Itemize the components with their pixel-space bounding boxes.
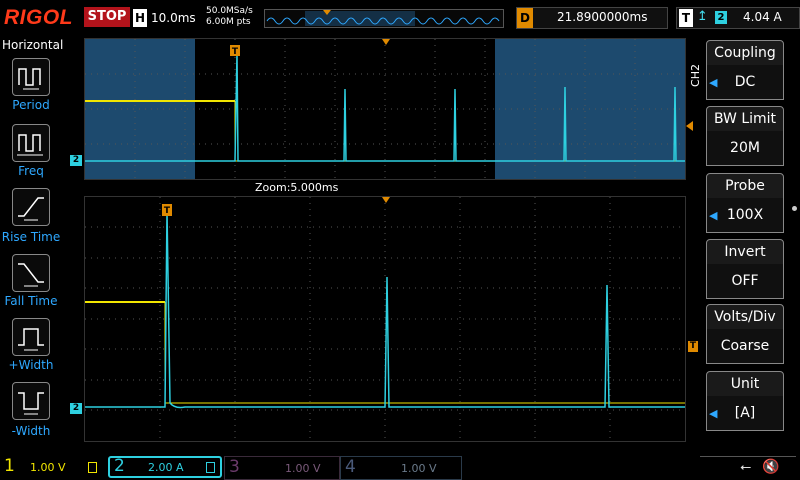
coupling-menu-item[interactable]: Coupling DC ◀ <box>706 40 784 102</box>
bw-limit-value: 20M <box>706 131 784 166</box>
memory-depth: 6.00M pts <box>206 17 251 27</box>
menu-channel-tag: CH2 <box>689 64 702 87</box>
trigger-readout[interactable]: T ↥ 2 4.04 A <box>676 7 800 29</box>
bw-limit-title: BW Limit <box>706 106 784 132</box>
ch1-scale: 1.00 V <box>30 461 66 474</box>
adjust-knob-icon: ◀ <box>709 407 718 420</box>
channel-menu: CH2 Coupling DC ◀ BW Limit 20M Probe 100… <box>688 36 800 454</box>
ch2-level-marker-main[interactable]: 2 <box>70 155 82 166</box>
brand-logo: RIGOL <box>4 6 73 29</box>
horizontal-measure-panel: Horizontal Period Freq Rise Time Fall Ti… <box>0 36 64 454</box>
delay-readout[interactable]: D 21.8900000ms <box>516 7 668 29</box>
trigger-delay-marker-icon <box>382 39 390 45</box>
timebase-value: 10.0ms <box>151 11 196 25</box>
ch2-coupling-icon <box>206 462 215 473</box>
ch1-status[interactable]: 1 1.00 V <box>0 456 106 478</box>
ch2-scale: 2.00 A <box>148 461 184 474</box>
main-waveform-view[interactable]: T <box>84 38 686 180</box>
ch4-status[interactable]: 4 1.00 V <box>340 456 462 480</box>
unit-title: Unit <box>706 371 784 397</box>
volts-div-value: Coarse <box>706 329 784 364</box>
ch3-status[interactable]: 3 1.00 V <box>224 456 340 480</box>
channel-bar: 1 1.00 V 2 2.00 A 3 1.00 V 4 1.00 V ⭠ 🔇 <box>0 454 800 480</box>
fall-time-button[interactable] <box>12 254 50 292</box>
trigger-marker-main: T <box>232 47 239 57</box>
ch2-level-marker-zoom[interactable]: 2 <box>70 403 82 414</box>
coupling-value: DC <box>706 65 784 100</box>
ch2-trace-zoom <box>85 210 685 409</box>
coupling-title: Coupling <box>706 40 784 66</box>
plus-width-label: +Width <box>8 358 54 372</box>
status-bar: RIGOL STOP H 10.0ms 50.0MSa/s 6.00M pts D… <box>0 0 800 36</box>
trigger-source: 2 <box>715 11 727 24</box>
ch4-scale: 1.00 V <box>401 462 437 475</box>
unit-value: [A] <box>706 396 784 431</box>
main-waveform-canvas: T <box>85 39 685 179</box>
page-indicator-icon <box>792 206 797 211</box>
ch2-status[interactable]: 2 2.00 A <box>108 456 222 478</box>
trigger-delay-marker-zoom-icon <box>382 197 390 203</box>
zoom-waveform-canvas: T <box>85 197 685 441</box>
timebase-readout[interactable]: H 10.0ms <box>133 7 203 27</box>
period-label: Period <box>12 98 50 112</box>
trigger-key: T <box>679 9 693 27</box>
period-button[interactable] <box>12 58 50 96</box>
bw-limit-menu-item[interactable]: BW Limit 20M <box>706 106 784 168</box>
system-status-area: ⭠ 🔇 <box>700 456 796 479</box>
plus-width-button[interactable] <box>12 318 50 356</box>
positive-width-icon <box>18 328 44 351</box>
adjust-knob-icon: ◀ <box>709 76 718 89</box>
freq-button[interactable] <box>12 124 50 162</box>
delay-value: 21.8900000ms <box>557 10 648 24</box>
minus-width-button[interactable] <box>12 382 50 420</box>
acquisition-readout: 50.0MSa/s 6.00M pts <box>206 6 253 28</box>
rising-edge-icon: ↥ <box>697 9 708 24</box>
minus-width-label: -Width <box>11 424 51 438</box>
fall-time-label: Fall Time <box>4 294 58 308</box>
ch2-number: 2 <box>114 456 125 476</box>
rise-time-label: Rise Time <box>1 230 61 244</box>
usb-icon: ⭠ <box>740 459 752 475</box>
adjust-knob-icon: ◀ <box>709 209 718 222</box>
panel-title: Horizontal <box>2 38 64 52</box>
ch1-coupling-icon <box>88 462 97 473</box>
ch3-number: 3 <box>229 457 240 477</box>
freq-label: Freq <box>18 164 44 178</box>
volts-div-title: Volts/Div <box>706 304 784 330</box>
period-icon <box>18 68 41 90</box>
delay-key: D <box>517 8 533 28</box>
probe-title: Probe <box>706 173 784 199</box>
invert-value: OFF <box>706 264 784 299</box>
rise-time-icon <box>18 197 44 221</box>
volts-div-menu-item[interactable]: Volts/Div Coarse <box>706 304 784 366</box>
frequency-icon <box>17 134 43 156</box>
ch3-scale: 1.00 V <box>285 462 321 475</box>
memory-overview-wave <box>266 10 500 26</box>
unit-menu-item[interactable]: Unit [A] ◀ <box>706 371 784 433</box>
ch1-number: 1 <box>4 456 15 476</box>
negative-width-icon <box>18 392 44 415</box>
probe-value: 100X <box>706 198 784 233</box>
fall-time-icon <box>18 263 44 287</box>
memory-overview-bar[interactable] <box>264 9 504 28</box>
trigger-marker-zoom: T <box>164 206 171 216</box>
timebase-key: H <box>133 9 147 27</box>
run-stop-indicator[interactable]: STOP <box>84 7 130 27</box>
probe-menu-item[interactable]: Probe 100X ◀ <box>706 173 784 235</box>
invert-title: Invert <box>706 239 784 265</box>
zoom-waveform-view[interactable]: T <box>84 196 686 442</box>
invert-menu-item[interactable]: Invert OFF <box>706 239 784 301</box>
sample-rate: 50.0MSa/s <box>206 6 253 16</box>
trigger-level: 4.04 A <box>743 10 782 24</box>
zoom-label: Zoom:5.000ms <box>255 181 339 194</box>
ch4-number: 4 <box>345 457 356 477</box>
rise-time-button[interactable] <box>12 188 50 226</box>
speaker-muted-icon[interactable]: 🔇 <box>762 459 779 475</box>
